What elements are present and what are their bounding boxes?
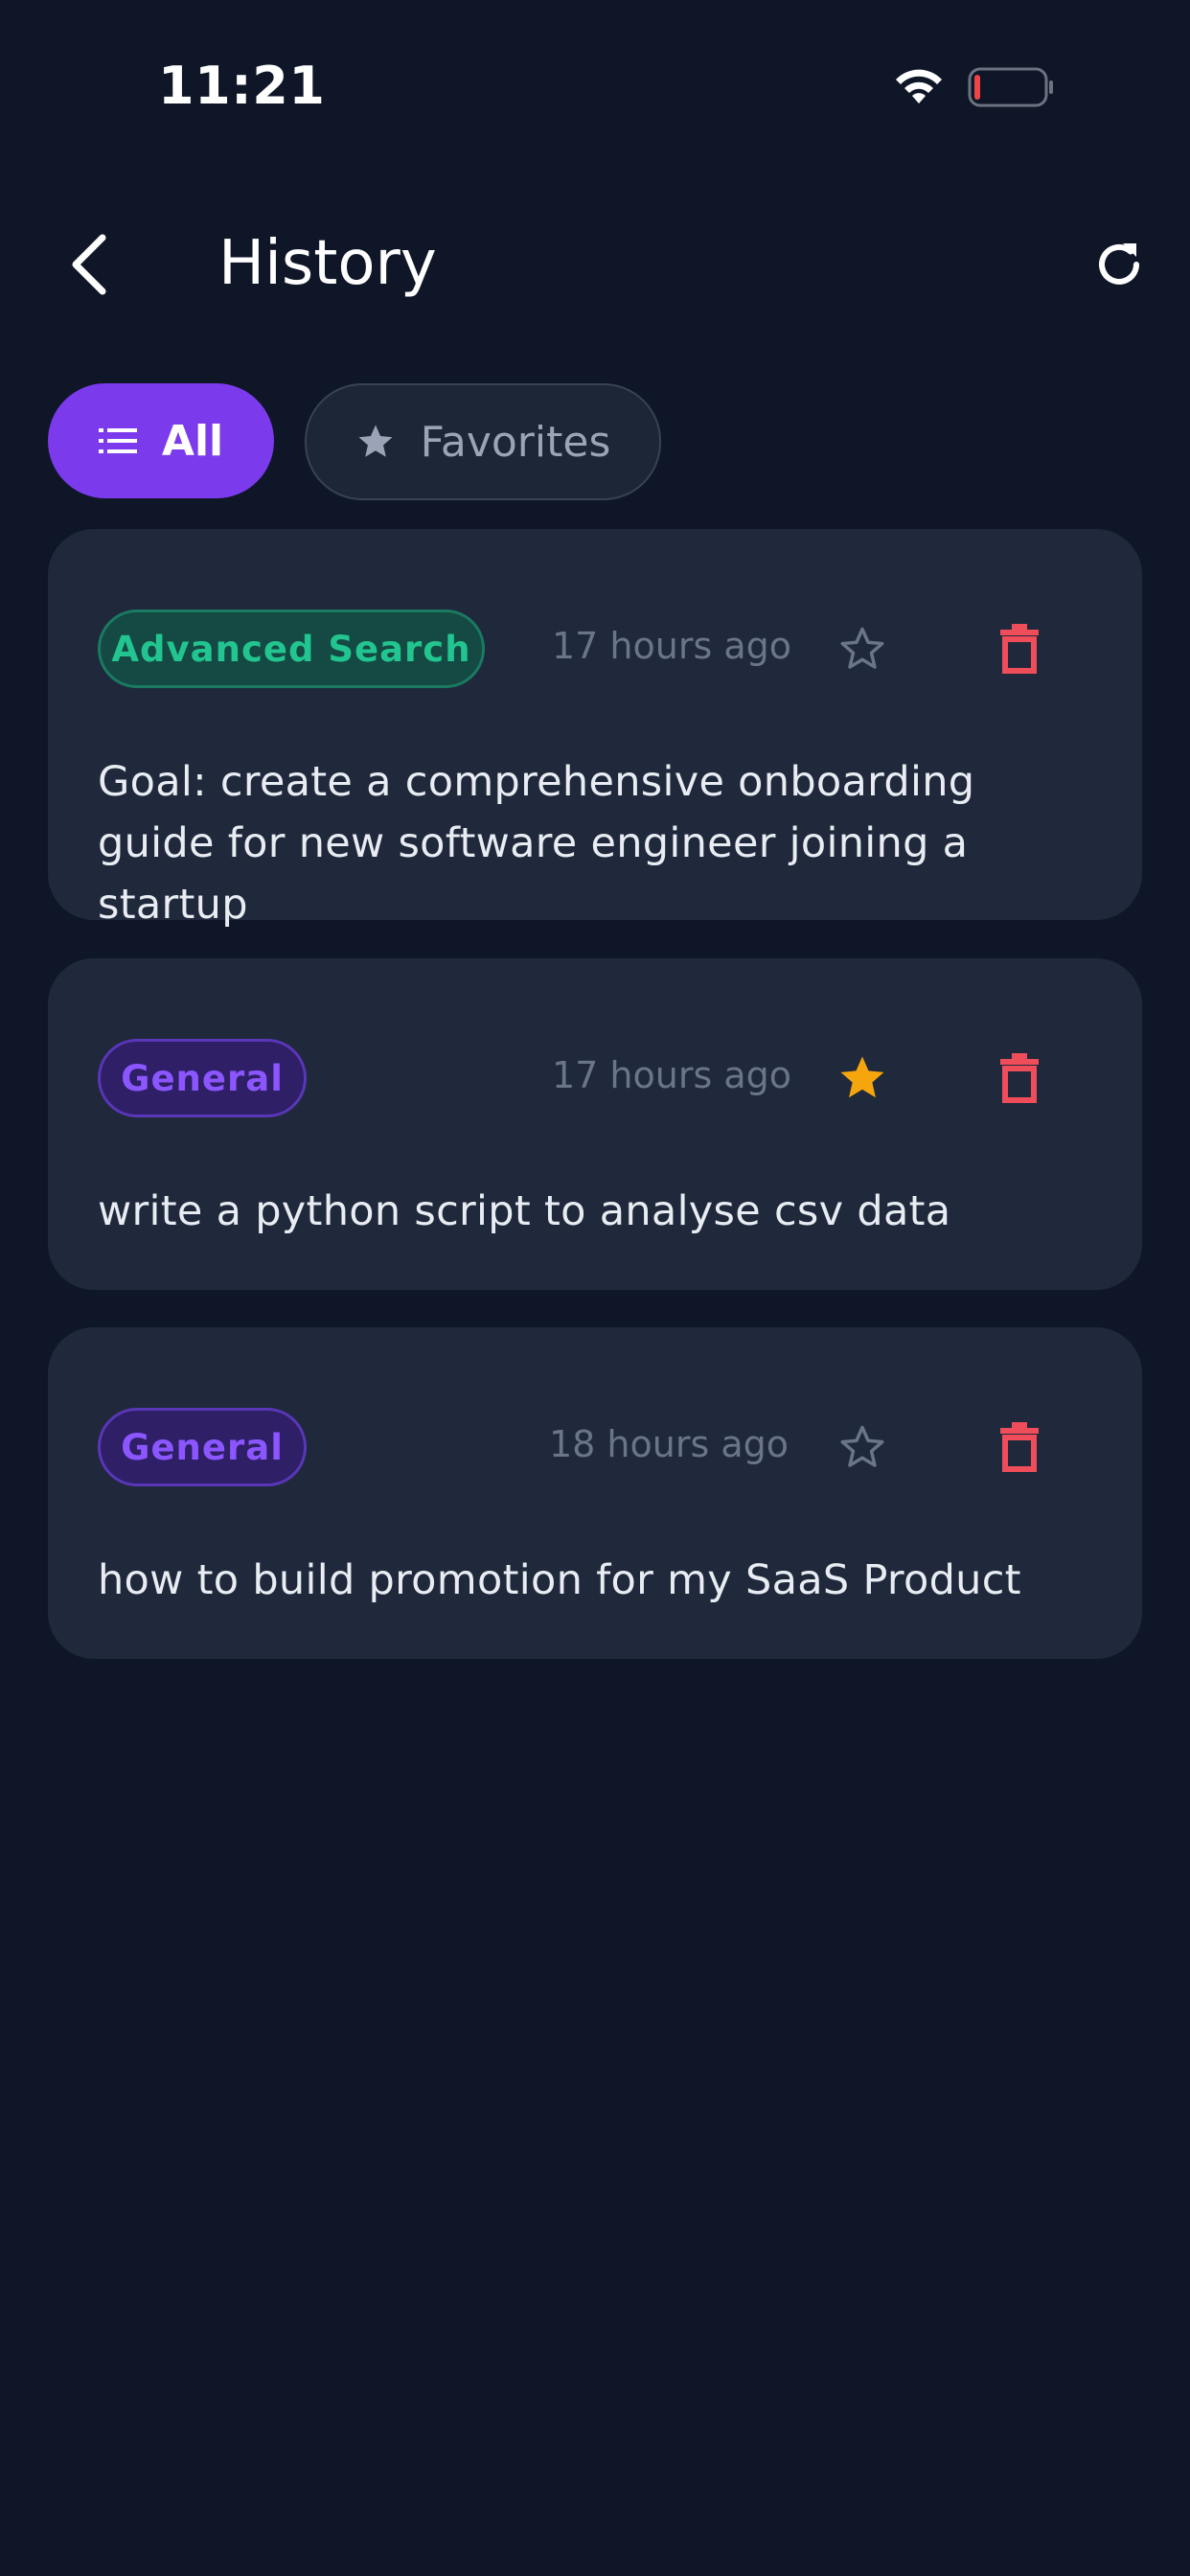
trash-icon — [1000, 624, 1039, 674]
favorite-button[interactable] — [832, 1416, 893, 1478]
delete-button[interactable] — [989, 1047, 1050, 1109]
favorite-button[interactable] — [832, 1047, 893, 1109]
item-timestamp: 17 hours ago — [552, 625, 792, 667]
item-timestamp: 18 hours ago — [549, 1423, 790, 1465]
history-item[interactable]: Advanced Search 17 hours ago Goal: creat… — [48, 529, 1142, 929]
back-button[interactable] — [56, 228, 123, 301]
status-bar: 11:21 — [0, 0, 1190, 172]
filter-favorites-button[interactable]: Favorites — [305, 383, 661, 500]
filter-all-label: All — [161, 416, 224, 466]
star-outline-icon — [840, 1425, 884, 1467]
favorite-button[interactable] — [832, 618, 893, 679]
category-badge: General — [98, 1039, 307, 1117]
chevron-left-icon — [72, 234, 106, 295]
battery-low-icon — [968, 67, 1053, 107]
item-text: how to build promotion for my SaaS Produ… — [98, 1556, 1021, 1604]
header: History — [0, 211, 1190, 316]
wifi-icon — [896, 69, 942, 104]
page-title: History — [218, 228, 437, 299]
history-item[interactable]: General 18 hours ago how to build promot… — [48, 1327, 1142, 1659]
star-icon — [358, 425, 393, 457]
item-timestamp: 17 hours ago — [552, 1054, 792, 1096]
star-filled-icon — [840, 1056, 884, 1098]
category-badge: Advanced Search — [98, 610, 485, 688]
star-outline-icon — [840, 627, 884, 669]
list-icon — [98, 428, 137, 453]
item-text: write a python script to analyse csv dat… — [98, 1187, 951, 1235]
delete-button[interactable] — [989, 618, 1050, 679]
history-item[interactable]: General 17 hours ago write a python scri… — [48, 958, 1142, 1290]
refresh-icon — [1099, 243, 1139, 285]
status-time: 11:21 — [158, 56, 326, 116]
delete-button[interactable] — [989, 1416, 1050, 1478]
refresh-button[interactable] — [1085, 230, 1154, 299]
filter-all-button[interactable]: All — [48, 383, 274, 498]
filter-favorites-label: Favorites — [420, 417, 611, 467]
trash-icon — [1000, 1053, 1039, 1103]
category-badge: General — [98, 1408, 307, 1486]
item-text: Goal: create a comprehensive onboarding … — [98, 758, 975, 929]
trash-icon — [1000, 1422, 1039, 1472]
